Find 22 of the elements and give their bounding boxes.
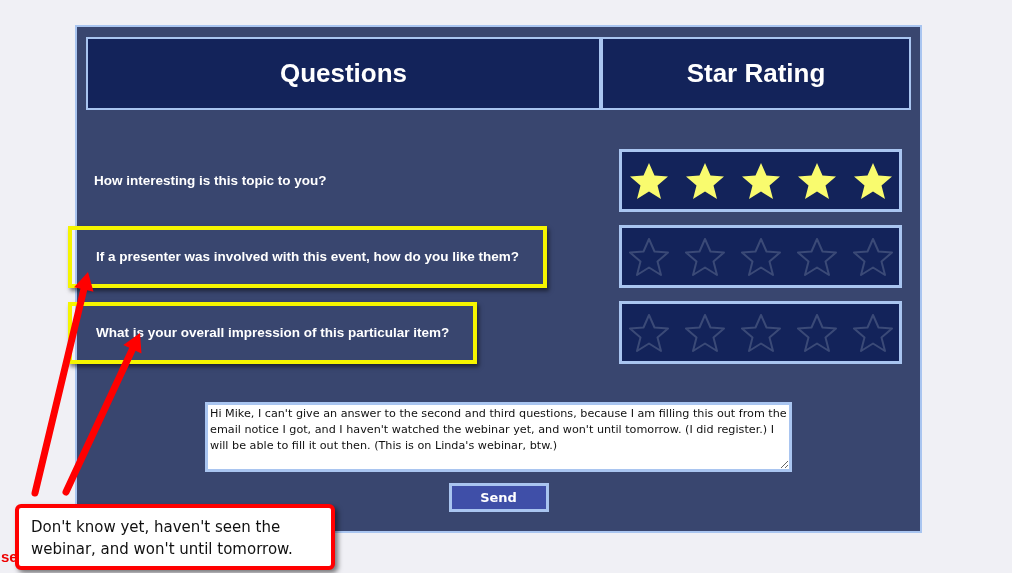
star-icon[interactable] — [796, 313, 837, 352]
star-icon[interactable] — [740, 161, 781, 200]
column-header: Star Rating — [601, 37, 911, 110]
comment-field[interactable]: Hi Mike, I can't give an answer to the second and third questions, because I am filling this out from the email notice I got, and I haven't watched the webinar yet, and won't until tomorrow. (I did register.) I will be able to fill it out then. (This is on Linda's webinar, btw.) — [205, 402, 792, 472]
star-icon[interactable] — [740, 237, 781, 276]
star-icon[interactable] — [628, 161, 669, 200]
star-icon[interactable] — [740, 313, 781, 352]
star-icon[interactable] — [628, 313, 669, 352]
callout-note: Don't know yet, haven't seen the webinar, and won't until tomorrow. — [15, 504, 335, 570]
star-icon[interactable] — [684, 237, 725, 276]
star-icon[interactable] — [796, 237, 837, 276]
star-icon[interactable] — [852, 237, 893, 276]
column-header: Questions — [86, 37, 601, 110]
star-icon[interactable] — [796, 161, 837, 200]
star-icon[interactable] — [628, 237, 669, 276]
star-icon[interactable] — [684, 313, 725, 352]
star-icon[interactable] — [852, 313, 893, 352]
question-text: How interesting is this topic to you? — [93, 172, 328, 190]
send-button[interactable]: Send — [448, 483, 549, 512]
star-icon[interactable] — [852, 161, 893, 200]
highlighted-question: If a presenter was involved with this event, how do you like them? — [68, 225, 548, 288]
star-icon[interactable] — [684, 161, 725, 200]
